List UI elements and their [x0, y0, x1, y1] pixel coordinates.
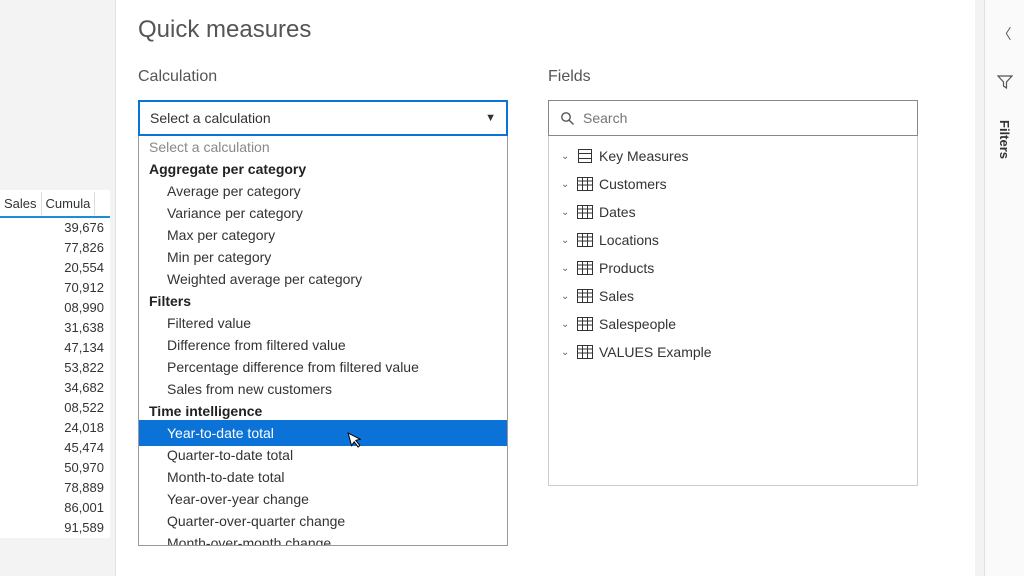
fields-item-label: Products	[599, 260, 654, 276]
fields-column: Fields ⌄ Key Measures ⌄ Customers ⌄ Dates ⌄ Loc…	[548, 68, 918, 546]
bg-table-rows: 39,67677,82620,55470,91208,99031,63847,1…	[0, 218, 110, 538]
fields-item-label: VALUES Example	[599, 344, 712, 360]
fields-item-label: Locations	[599, 232, 659, 248]
chevron-down-icon: ⌄	[561, 319, 571, 330]
calculation-group-header: Aggregate per category	[139, 158, 507, 180]
bg-table-cell: 77,826	[0, 238, 110, 258]
fields-item-label: Key Measures	[599, 148, 688, 164]
calculation-placeholder[interactable]: Select a calculation	[139, 136, 507, 158]
fields-item-label: Salespeople	[599, 316, 676, 332]
chevron-down-icon: ⌄	[561, 263, 571, 274]
table-icon	[577, 345, 593, 359]
fields-search-box[interactable]	[548, 100, 918, 136]
fields-search-input[interactable]	[583, 110, 907, 126]
table-icon	[577, 177, 593, 191]
calculation-option[interactable]: Year-over-year change	[139, 488, 507, 510]
quick-measures-dialog: Quick measures Calculation Select a calc…	[115, 0, 975, 576]
dialog-title: Quick measures	[138, 16, 953, 44]
filters-pane-label: Filters	[997, 120, 1012, 159]
calculation-option[interactable]: Filtered value	[139, 312, 507, 334]
calculation-group-header: Time intelligence	[139, 400, 507, 422]
fields-tree-item[interactable]: ⌄ Dates	[553, 198, 913, 226]
bg-table-cell: 31,638	[0, 318, 110, 338]
search-icon	[559, 110, 575, 126]
bg-table-cell: 45,474	[0, 438, 110, 458]
bg-table-cell: 08,522	[0, 398, 110, 418]
bg-table-cell: 70,912	[0, 278, 110, 298]
bg-col-sales: Sales	[0, 192, 42, 215]
table-icon	[577, 205, 593, 219]
fields-tree-item[interactable]: ⌄ Salespeople	[553, 310, 913, 338]
chevron-down-icon: ⌄	[561, 207, 571, 218]
table-icon	[577, 317, 593, 331]
fields-tree-item[interactable]: ⌄ Key Measures	[553, 142, 913, 170]
background-data-table: Sales Cumula 39,67677,82620,55470,91208,…	[0, 190, 110, 538]
calculation-option[interactable]: Min per category	[139, 246, 507, 268]
bg-col-cumula: Cumula	[42, 192, 96, 215]
calculation-dropdown-value: Select a calculation	[150, 110, 271, 126]
fields-item-label: Customers	[599, 176, 667, 192]
calculation-option[interactable]: Quarter-over-quarter change	[139, 510, 507, 532]
fields-item-label: Sales	[599, 288, 634, 304]
fields-tree-item[interactable]: ⌄ Sales	[553, 282, 913, 310]
calculation-option[interactable]: Variance per category	[139, 202, 507, 224]
bg-table-cell: 20,554	[0, 258, 110, 278]
bg-table-cell: 91,589	[0, 518, 110, 538]
fields-tree-item[interactable]: ⌄ VALUES Example	[553, 338, 913, 366]
measure-icon	[577, 149, 593, 163]
calculation-option[interactable]: Weighted average per category	[139, 268, 507, 290]
table-icon	[577, 233, 593, 247]
fields-tree-item[interactable]: ⌄ Products	[553, 254, 913, 282]
bg-table-cell: 86,001	[0, 498, 110, 518]
bg-table-cell: 53,822	[0, 358, 110, 378]
calculation-option[interactable]: Sales from new customers	[139, 378, 507, 400]
bg-table-cell: 78,889	[0, 478, 110, 498]
calculation-dropdown-list[interactable]: Select a calculation Aggregate per categ…	[138, 136, 508, 546]
bg-table-header: Sales Cumula	[0, 190, 110, 218]
fields-tree-item[interactable]: ⌄ Locations	[553, 226, 913, 254]
chevron-down-icon: ⌄	[561, 347, 571, 358]
table-icon	[577, 289, 593, 303]
table-icon	[577, 261, 593, 275]
filters-pane-collapsed[interactable]: 〈 Filters	[984, 0, 1024, 576]
calculation-option[interactable]: Max per category	[139, 224, 507, 246]
chevron-down-icon: ⌄	[561, 235, 571, 246]
calculation-option[interactable]: Year-to-date total	[139, 422, 507, 444]
calculation-column: Calculation Select a calculation ▼ Selec…	[138, 68, 508, 546]
fields-tree[interactable]: ⌄Key Measures⌄Customers⌄Dates⌄Locations⌄…	[548, 136, 918, 486]
bg-table-cell: 08,990	[0, 298, 110, 318]
calculation-dropdown[interactable]: Select a calculation ▼	[138, 100, 508, 136]
chevron-down-icon: ⌄	[561, 179, 571, 190]
calculation-option[interactable]: Percentage difference from filtered valu…	[139, 356, 507, 378]
calculation-option[interactable]: Average per category	[139, 180, 507, 202]
fields-label: Fields	[548, 68, 918, 86]
bg-table-cell: 50,970	[0, 458, 110, 478]
calculation-option[interactable]: Month-to-date total	[139, 466, 507, 488]
chevron-left-icon[interactable]: 〈	[998, 24, 1012, 44]
chevron-down-icon: ▼	[485, 112, 496, 124]
bg-table-cell: 24,018	[0, 418, 110, 438]
calculation-option[interactable]: Difference from filtered value	[139, 334, 507, 356]
bg-table-cell: 39,676	[0, 218, 110, 238]
chevron-down-icon: ⌄	[561, 291, 571, 302]
calculation-label: Calculation	[138, 68, 508, 86]
bg-table-cell: 34,682	[0, 378, 110, 398]
fields-item-label: Dates	[599, 204, 636, 220]
funnel-icon	[997, 74, 1013, 90]
calculation-group-header: Filters	[139, 290, 507, 312]
calculation-option[interactable]: Quarter-to-date total	[139, 444, 507, 466]
fields-tree-item[interactable]: ⌄ Customers	[553, 170, 913, 198]
chevron-down-icon: ⌄	[561, 151, 571, 162]
bg-table-cell: 47,134	[0, 338, 110, 358]
calculation-option[interactable]: Month-over-month change	[139, 532, 507, 545]
